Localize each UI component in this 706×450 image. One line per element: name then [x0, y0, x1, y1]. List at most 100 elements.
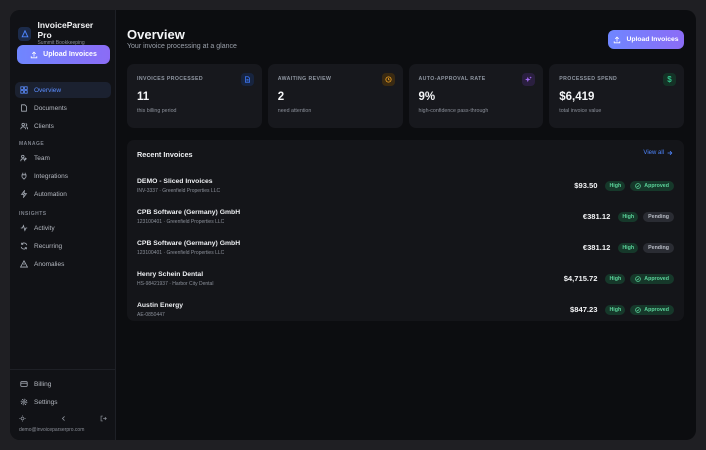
stat-hint: this billing period [137, 108, 177, 114]
automation-icon [20, 190, 28, 198]
stat-value: 9% [418, 91, 436, 103]
brand-name: InvoiceParser Pro [37, 20, 94, 40]
grid-icon [20, 86, 28, 94]
sidebar-item-activity[interactable]: Activity [15, 220, 111, 236]
sidebar-item-label: Billing [34, 380, 52, 388]
team-icon [20, 154, 27, 162]
main-content: Overview Your invoice processing at a gl… [116, 10, 696, 440]
status-label: Approved [644, 182, 669, 189]
status-badge: Approved [630, 304, 674, 315]
invoice-vendor: Henry Schein Dental [137, 270, 204, 278]
invoice-row[interactable]: CPB Software (Germany) GmbH 123100401 · … [127, 201, 684, 232]
sidebar-item-anomalies[interactable]: Anomalies [15, 256, 111, 272]
invoice-vendor: DEMO - Sliced Invoices [137, 177, 213, 185]
arrow-right-icon [667, 150, 673, 156]
sidebar-item-label: Clients [34, 122, 54, 130]
invoice-amount: $4,715.72 [563, 274, 598, 283]
status-label: Approved [644, 275, 669, 282]
invoice-row[interactable]: DEMO - Sliced Invoices INV-3337 · Greenf… [127, 170, 684, 201]
stat-value: 2 [277, 91, 285, 103]
stat-label: INVOICES PROCESSED [137, 76, 204, 82]
sidebar-item-label: Anomalies [34, 260, 65, 268]
view-all-label: View all [643, 150, 664, 156]
invoice-ref: INV-3337 · Greenfield Properties LLC [137, 187, 221, 194]
invoice-amount: €381.12 [582, 243, 611, 252]
upload-icon [30, 51, 38, 58]
invoice-row[interactable]: Austin Energy AE-0850447 $847.23 High Ap… [127, 294, 684, 325]
collapse-sidebar-icon[interactable] [60, 415, 67, 422]
recent-invoices-title: Recent Invoices [137, 150, 193, 159]
sidebar-footer-icons [10, 412, 116, 424]
status-label: Approved [644, 306, 669, 313]
sidebar-item-integrations[interactable]: Integrations [15, 168, 111, 184]
invoice-vendor: CPB Software (Germany) GmbH [137, 239, 241, 247]
nav-main: Overview Documents Clients [10, 82, 116, 136]
invoice-row[interactable]: Henry Schein Dental HS-98421937 · Harbor… [127, 263, 684, 294]
confidence-badge: High [605, 273, 626, 284]
logout-icon[interactable] [100, 415, 107, 422]
page-subtitle: Your invoice processing at a glance [127, 43, 237, 50]
sidebar-upload-label: Upload Invoices [43, 51, 97, 58]
invoice-vendor: Austin Energy [137, 301, 184, 309]
stat-hint: total invoice value [559, 108, 602, 114]
stat-label: AUTO-APPROVAL RATE [418, 76, 486, 82]
sidebar-item-label: Integrations [34, 172, 68, 180]
sidebar: InvoiceParser Pro Summit Bookkeeping Upl… [10, 10, 116, 440]
sidebar-item-clients[interactable]: Clients [15, 118, 111, 134]
stat-hint: high-confidence pass-through [418, 108, 489, 114]
invoice-row[interactable]: CPB Software (Germany) GmbH 123100401 · … [127, 232, 684, 263]
stat-card-awaiting-review: AWAITING REVIEW 2 need attention [267, 64, 403, 128]
check-circle-icon [635, 182, 642, 189]
invoice-amount: $847.23 [570, 305, 598, 314]
activity-icon [20, 224, 28, 232]
sidebar-item-automation[interactable]: Automation [15, 186, 111, 202]
recurring-icon [20, 242, 28, 250]
status-badge: Pending [643, 242, 674, 253]
gear-icon [20, 398, 28, 406]
status-label: Pending [648, 213, 669, 220]
invoice-ref: 123100401 · Greenfield Properties LLC [137, 218, 225, 225]
users-icon [20, 122, 28, 130]
nav-section-manage: MANAGE [19, 141, 45, 147]
dollar-icon: $ [663, 73, 676, 86]
sidebar-item-team[interactable]: Team [15, 150, 111, 166]
stat-value: $6,419 [559, 91, 595, 103]
stat-card-auto-approval-rate: AUTO-APPROVAL RATE 9% high-confidence pa… [408, 64, 544, 128]
status-label: Pending [648, 244, 669, 251]
sidebar-item-label: Team [34, 154, 50, 162]
plug-icon [21, 172, 27, 180]
invoice-ref: AE-0850447 [137, 311, 165, 318]
stat-hint: need attention [277, 108, 312, 114]
card-icon [20, 381, 28, 387]
stat-value: 11 [137, 91, 150, 103]
invoice-amount: €381.12 [582, 212, 611, 221]
sidebar-item-label: Settings [34, 398, 58, 406]
clock-icon [381, 73, 395, 86]
stat-label: PROCESSED SPEND [559, 76, 618, 82]
brand: InvoiceParser Pro Summit Bookkeeping [10, 10, 115, 47]
header-upload-button[interactable]: Upload Invoices [608, 30, 684, 49]
nav-manage: MANAGE Team Integrations Automation [10, 138, 116, 204]
confidence-badge: High [605, 304, 626, 315]
theme-icon[interactable] [19, 414, 26, 422]
header-upload-label: Upload Invoices [626, 36, 679, 43]
page-title: Overview [127, 27, 185, 42]
sidebar-upload-button[interactable]: Upload Invoices [17, 45, 110, 64]
nav-insights: INSIGHTS Activity Recurring Anomalies [10, 208, 116, 274]
recent-invoices-panel: Recent Invoices View all DEMO - Sliced I… [127, 140, 684, 321]
sidebar-item-settings[interactable]: Settings [15, 394, 111, 410]
status-badge: Approved [630, 273, 674, 284]
invoice-ref: HS-98421937 · Harbor City Dental [137, 280, 214, 287]
sidebar-item-billing[interactable]: Billing [15, 376, 111, 392]
view-all-link[interactable]: View all [643, 150, 673, 156]
user-email: demo@invoiceparserpro.com [19, 427, 85, 433]
sidebar-item-overview[interactable]: Overview [15, 82, 111, 98]
sidebar-item-recurring[interactable]: Recurring [15, 238, 111, 254]
sidebar-item-documents[interactable]: Documents [15, 100, 111, 116]
check-circle-icon [635, 275, 642, 282]
sparkle-icon [522, 73, 536, 86]
check-circle-icon [635, 306, 642, 313]
warning-icon [20, 260, 28, 268]
sidebar-item-label: Documents [34, 104, 67, 112]
stat-card-processed-spend: PROCESSED SPEND $6,419 total invoice val… [549, 64, 684, 128]
